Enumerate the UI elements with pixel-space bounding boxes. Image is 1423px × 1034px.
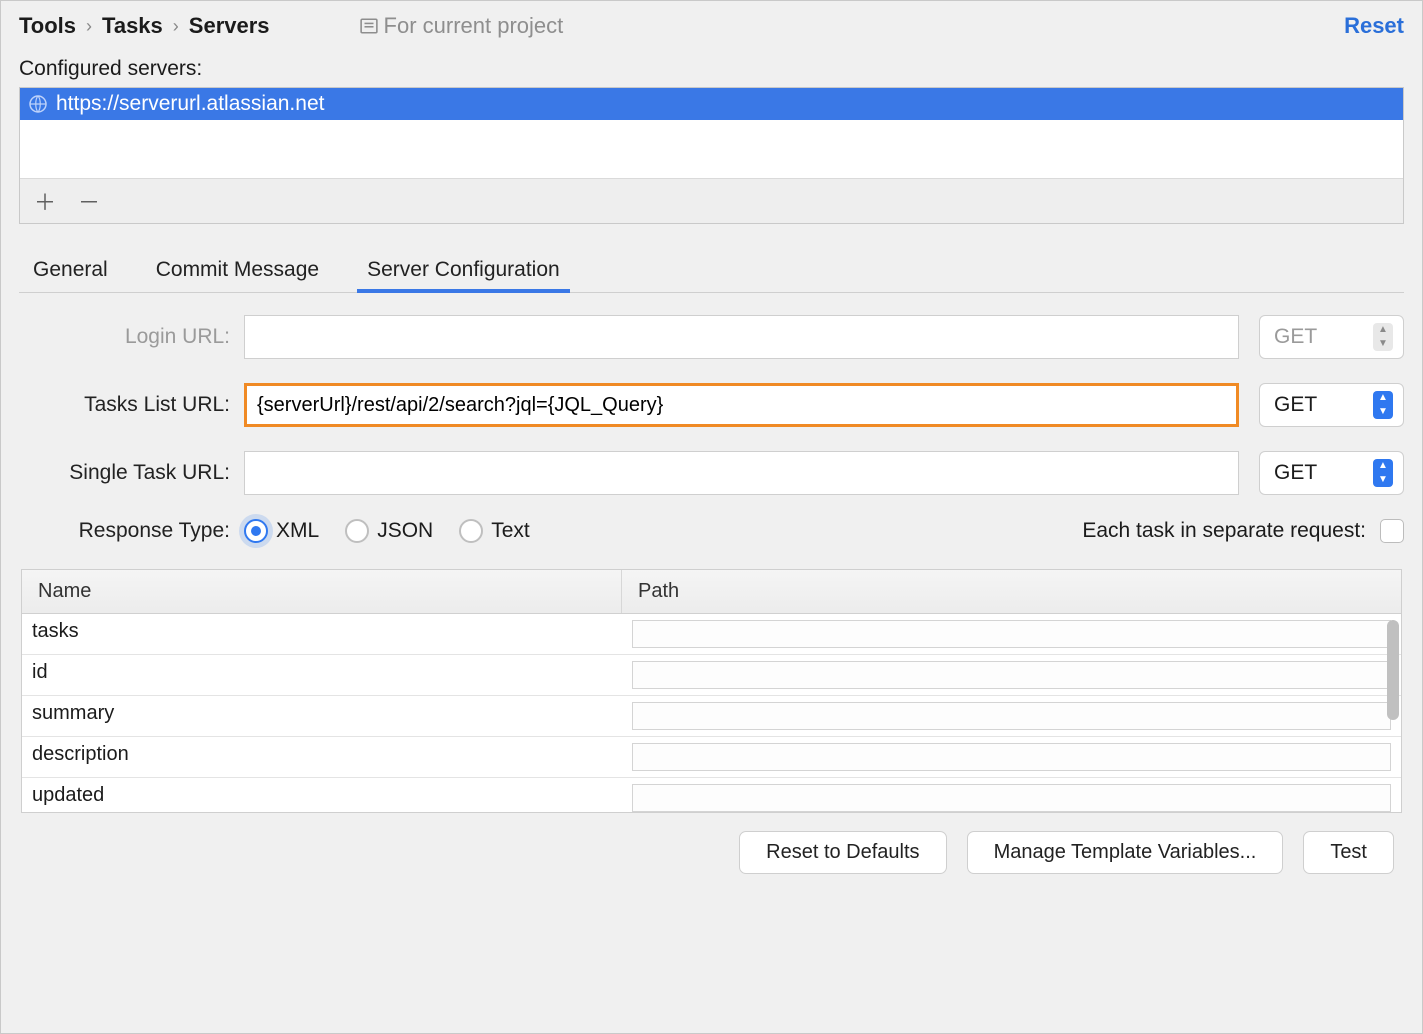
tab-server-configuration[interactable]: Server Configuration xyxy=(363,250,564,292)
configured-servers-label: Configured servers: xyxy=(19,57,1404,81)
separate-request-label: Each task in separate request: xyxy=(1082,519,1366,543)
project-icon xyxy=(360,17,378,35)
tasks-list-url-label: Tasks List URL: xyxy=(19,393,244,417)
table-cell-path xyxy=(622,614,1401,654)
single-task-url-label: Single Task URL: xyxy=(19,461,244,485)
table-cell-name[interactable]: tasks xyxy=(22,614,622,654)
table-cell-path xyxy=(622,655,1401,695)
tasks-list-url-method-select[interactable]: GET ▲▼ xyxy=(1259,383,1404,427)
manage-template-variables-button[interactable]: Manage Template Variables... xyxy=(967,831,1284,874)
chevron-right-icon: › xyxy=(86,16,92,37)
path-input[interactable] xyxy=(632,702,1391,730)
selectors-table: Name Path tasksidsummarydescriptionupdat… xyxy=(21,569,1402,813)
response-type-text[interactable]: Text xyxy=(459,519,530,543)
project-scope-label: For current project xyxy=(360,13,564,39)
single-task-url-input[interactable] xyxy=(244,451,1239,495)
server-list-item[interactable]: https://serverurl.atlassian.net xyxy=(20,88,1403,120)
configured-servers-panel: https://serverurl.atlassian.net ＋ － xyxy=(19,87,1404,224)
stepper-icon: ▲▼ xyxy=(1373,391,1393,419)
path-input[interactable] xyxy=(632,620,1391,648)
radio-dot-icon xyxy=(459,519,483,543)
server-list-empty-area[interactable] xyxy=(20,120,1403,178)
breadcrumb-tools[interactable]: Tools xyxy=(19,13,76,39)
table-cell-name[interactable]: description xyxy=(22,737,622,777)
response-type-group: XML JSON Text xyxy=(244,519,530,543)
login-url-label: Login URL: xyxy=(19,325,244,349)
single-task-url-method-select[interactable]: GET ▲▼ xyxy=(1259,451,1404,495)
table-cell-path xyxy=(622,778,1401,813)
breadcrumb: Tools › Tasks › Servers xyxy=(19,13,270,39)
server-list-toolbar: ＋ － xyxy=(20,178,1403,223)
table-row[interactable]: id xyxy=(22,655,1401,696)
reset-link[interactable]: Reset xyxy=(1344,13,1404,39)
response-type-xml[interactable]: XML xyxy=(244,519,319,543)
server-url-text: https://serverurl.atlassian.net xyxy=(56,92,324,116)
config-tabs: General Commit Message Server Configurat… xyxy=(19,250,1404,293)
reset-to-defaults-button[interactable]: Reset to Defaults xyxy=(739,831,946,874)
login-url-method-select[interactable]: GET ▲▼ xyxy=(1259,315,1404,359)
scrollbar-thumb[interactable] xyxy=(1387,620,1399,720)
table-cell-path xyxy=(622,696,1401,736)
table-header-path[interactable]: Path xyxy=(622,570,1401,613)
table-cell-path xyxy=(622,737,1401,777)
globe-icon xyxy=(28,94,48,114)
table-row[interactable]: summary xyxy=(22,696,1401,737)
tab-general[interactable]: General xyxy=(29,250,112,292)
table-cell-name[interactable]: id xyxy=(22,655,622,695)
path-input[interactable] xyxy=(632,743,1391,771)
table-row[interactable]: tasks xyxy=(22,614,1401,655)
login-url-input[interactable] xyxy=(244,315,1239,359)
tab-commit-message[interactable]: Commit Message xyxy=(152,250,323,292)
response-type-label: Response Type: xyxy=(19,519,244,543)
stepper-icon: ▲▼ xyxy=(1373,459,1393,487)
table-row[interactable]: updated xyxy=(22,778,1401,813)
path-input[interactable] xyxy=(632,661,1391,689)
breadcrumb-servers[interactable]: Servers xyxy=(189,13,270,39)
table-header-name[interactable]: Name xyxy=(22,570,622,613)
path-input[interactable] xyxy=(632,784,1391,812)
stepper-icon: ▲▼ xyxy=(1373,323,1393,351)
separate-request-checkbox[interactable] xyxy=(1380,519,1404,543)
chevron-right-icon: › xyxy=(173,16,179,37)
table-cell-name[interactable]: updated xyxy=(22,778,622,813)
tasks-list-url-input[interactable] xyxy=(244,383,1239,427)
breadcrumb-tasks[interactable]: Tasks xyxy=(102,13,163,39)
radio-dot-icon xyxy=(345,519,369,543)
radio-dot-icon xyxy=(244,519,268,543)
test-button[interactable]: Test xyxy=(1303,831,1394,874)
response-type-json[interactable]: JSON xyxy=(345,519,433,543)
table-row[interactable]: description xyxy=(22,737,1401,778)
table-cell-name[interactable]: summary xyxy=(22,696,622,736)
add-server-button[interactable]: ＋ xyxy=(34,185,56,217)
remove-server-button[interactable]: － xyxy=(78,185,100,217)
